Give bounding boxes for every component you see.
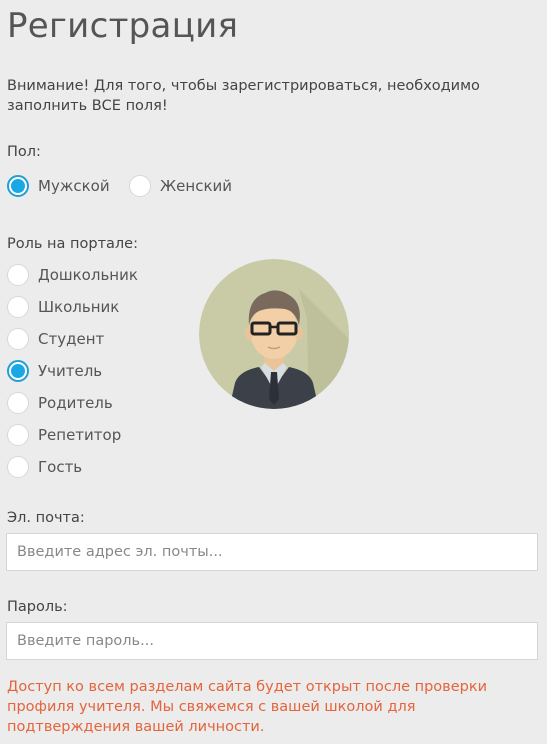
role-option-label[interactable]: Дошкольник: [38, 265, 138, 285]
radio-button[interactable]: [7, 424, 29, 446]
role-option-parent[interactable]: Родитель: [7, 390, 113, 416]
role-option-label[interactable]: Гость: [38, 457, 82, 477]
password-label: Пароль:: [7, 599, 68, 615]
role-option-guest[interactable]: Гость: [7, 454, 82, 480]
role-option-label[interactable]: Студент: [38, 329, 104, 349]
email-input[interactable]: [6, 533, 538, 571]
gender-label: Пол:: [7, 144, 41, 160]
role-option-label[interactable]: Родитель: [38, 393, 113, 413]
role-option-teacher[interactable]: Учитель: [7, 358, 102, 384]
gender-option-label[interactable]: Женский: [160, 176, 232, 196]
role-option-tutor[interactable]: Репетитор: [7, 422, 121, 448]
gender-option-male[interactable]: Мужской: [7, 173, 110, 199]
role-label: Роль на портале:: [7, 236, 138, 252]
radio-button[interactable]: [7, 264, 29, 286]
radio-button-female[interactable]: [129, 175, 151, 197]
radio-button-male[interactable]: [7, 175, 29, 197]
gender-option-female[interactable]: Женский: [129, 173, 232, 199]
role-option-schoolchild[interactable]: Школьник: [7, 294, 119, 320]
teacher-verification-warning: Доступ ко всем разделам сайта будет откр…: [7, 679, 488, 735]
radio-button[interactable]: [7, 328, 29, 350]
role-option-preschooler[interactable]: Дошкольник: [7, 262, 138, 288]
radio-button-selected[interactable]: [7, 360, 29, 382]
radio-button[interactable]: [7, 296, 29, 318]
role-option-student[interactable]: Студент: [7, 326, 104, 352]
password-input[interactable]: [6, 622, 538, 660]
role-option-label[interactable]: Школьник: [38, 297, 119, 317]
email-label: Эл. почта:: [7, 510, 85, 526]
teacher-avatar-icon: [199, 259, 349, 409]
radio-button[interactable]: [7, 456, 29, 478]
page-title: Регистрация: [7, 6, 239, 46]
required-fields-notice: Внимание! Для того, чтобы зарегистрирова…: [7, 78, 480, 114]
gender-option-label[interactable]: Мужской: [38, 176, 110, 196]
role-option-label[interactable]: Репетитор: [38, 425, 121, 445]
radio-button[interactable]: [7, 392, 29, 414]
role-option-label[interactable]: Учитель: [38, 361, 102, 381]
